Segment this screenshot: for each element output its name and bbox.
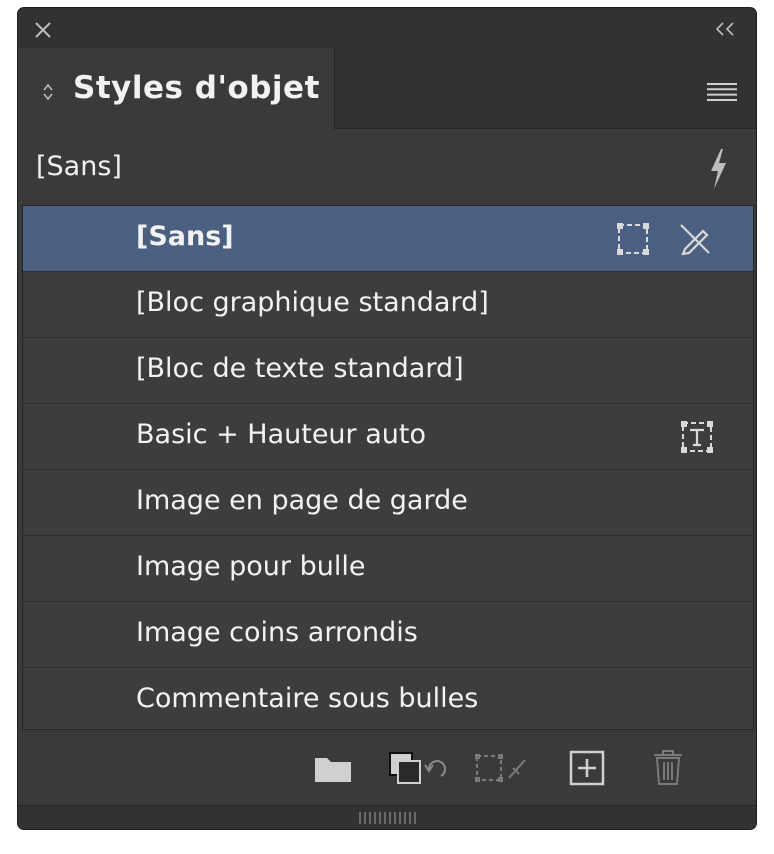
new-style-icon[interactable] [569, 750, 605, 786]
style-label: [Sans] [136, 221, 234, 252]
list-item[interactable]: Image coins arrondis [23, 602, 753, 668]
style-label: Basic + Hauteur auto [136, 419, 426, 450]
style-label: Image en page de garde [136, 485, 468, 516]
list-item[interactable]: Image en page de garde [23, 470, 753, 536]
panel-title: Styles d'objet [73, 70, 320, 106]
panel-menu-icon[interactable] [706, 82, 738, 102]
panel-titlebar [18, 8, 756, 48]
quick-apply-icon[interactable] [704, 147, 732, 191]
list-item[interactable]: [Bloc graphique standard] [23, 272, 753, 338]
text-frame-icon [681, 421, 713, 453]
style-label: Image pour bulle [136, 551, 366, 582]
clear-non-defined-attributes-icon[interactable] [473, 752, 533, 786]
collapse-panel-icon[interactable] [714, 19, 738, 39]
list-item[interactable]: Commentaire sous bulles [23, 668, 753, 734]
style-label: Commentaire sous bulles [136, 683, 479, 714]
style-label: [Bloc graphique standard] [136, 287, 489, 318]
object-styles-panel: Styles d'objet [Sans] [Sans] [Bloc graph… [17, 7, 757, 830]
styles-list: [Sans] [Bloc graphique standard] [Bloc d… [22, 205, 754, 730]
clear-overrides-icon[interactable] [387, 750, 447, 786]
close-icon[interactable] [33, 20, 53, 40]
style-label: [Bloc de texte standard] [136, 353, 464, 384]
folder-icon[interactable] [313, 752, 353, 784]
panel-tab-row: Styles d'objet [18, 48, 756, 129]
list-item[interactable]: Image pour bulle [23, 536, 753, 602]
panel-bottom-bar [18, 730, 756, 805]
panel-resize-strip[interactable] [18, 805, 756, 829]
style-label: Image coins arrondis [136, 617, 418, 648]
resize-grip-icon[interactable] [358, 812, 418, 824]
updown-arrow-icon [43, 83, 53, 101]
list-item[interactable]: [Bloc de texte standard] [23, 338, 753, 404]
list-item[interactable]: Basic + Hauteur auto [23, 404, 753, 470]
current-style-bar: [Sans] [18, 129, 756, 204]
tab-object-styles[interactable]: Styles d'objet [18, 48, 335, 129]
delete-icon[interactable] [650, 748, 686, 786]
frame-icon [617, 223, 649, 255]
current-style-label: [Sans] [36, 151, 122, 182]
list-item-sans[interactable]: [Sans] [23, 206, 753, 272]
no-edit-pencil-icon [680, 224, 710, 256]
